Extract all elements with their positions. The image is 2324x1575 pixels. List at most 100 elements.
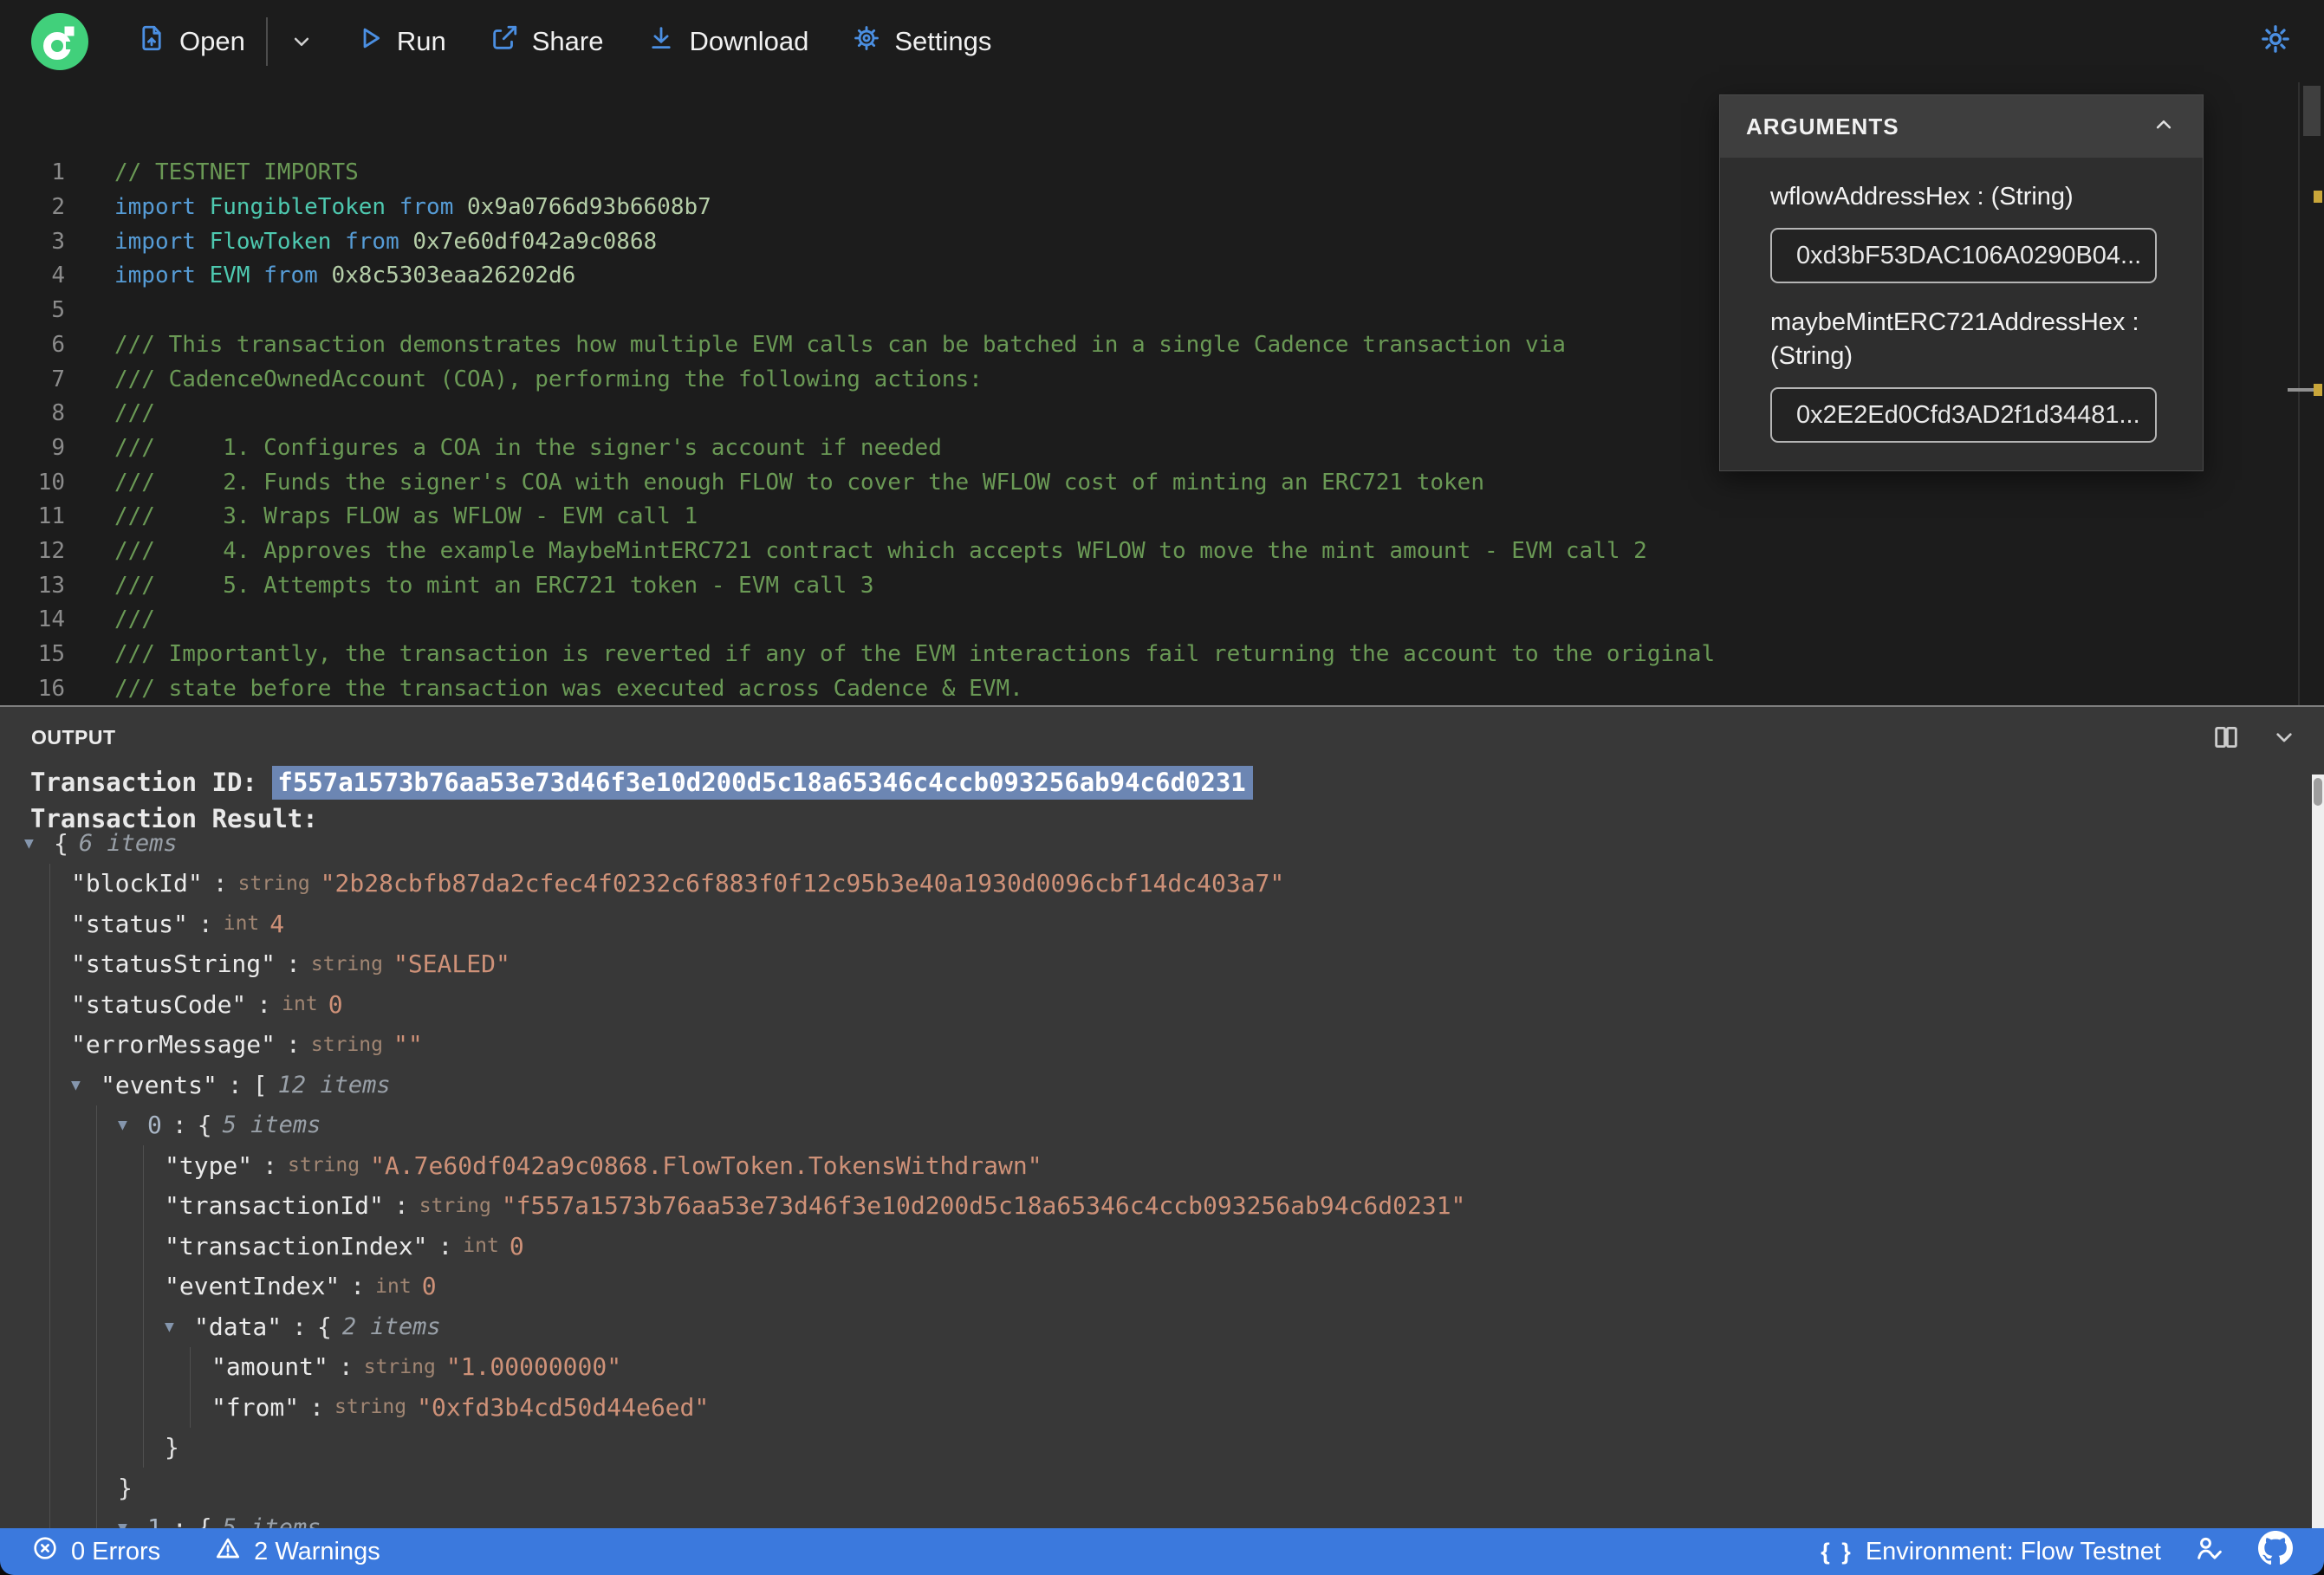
indent-guide <box>96 1266 97 1306</box>
indent-guide <box>96 1387 97 1428</box>
argument-label: wflowAddressHex : (String) <box>1770 183 2074 211</box>
open-dropdown-button[interactable] <box>289 29 315 55</box>
errors-count: 0 Errors <box>71 1537 161 1565</box>
output-json-row: ▼ "data": {2 items <box>0 1306 2307 1347</box>
share-label: Share <box>531 25 604 56</box>
collapse-output-chevron-icon[interactable] <box>2270 723 2298 755</box>
code-line[interactable]: 11 /// 3. Wraps FLOW as WFLOW - EVM call … <box>0 500 2324 535</box>
arguments-panel-header[interactable]: ARGUMENTS <box>1720 95 2203 158</box>
indent-guide <box>49 1185 50 1226</box>
json-ty: string <box>363 1355 436 1378</box>
indent-guide <box>190 1346 191 1387</box>
chevron-up-icon[interactable] <box>2151 112 2177 142</box>
line-number: 12 <box>37 537 65 564</box>
share-icon <box>490 23 519 60</box>
share-button[interactable]: Share <box>490 23 604 60</box>
arguments-panel: ARGUMENTS wflowAddressHex : (String) 0xd… <box>1719 94 2204 471</box>
json-ty: int <box>282 993 318 1016</box>
line-number: 6 <box>51 331 65 358</box>
collapse-toggle-icon[interactable]: ▼ <box>71 1076 101 1094</box>
argument-input-wflow[interactable]: 0xd3bF53DAC106A0290B04... <box>1770 228 2157 283</box>
split-view-icon[interactable] <box>2211 723 2241 755</box>
json-pn: : <box>286 950 301 979</box>
output-json-row: } <box>0 1427 2307 1468</box>
run-button[interactable]: Run <box>354 23 446 60</box>
warnings-count: 2 Warnings <box>254 1537 380 1565</box>
json-pn: : <box>227 1070 243 1099</box>
json-meta: 12 items <box>277 1071 391 1099</box>
indent-guide <box>143 1226 144 1267</box>
code-line[interactable]: 13 /// 5. Attempts to mint an ERC721 toke… <box>0 569 2324 604</box>
json-pn: { <box>197 1513 212 1528</box>
line-number: 15 <box>37 641 65 668</box>
download-label: Download <box>689 25 809 56</box>
indent-guide <box>190 1387 191 1428</box>
json-meta: 6 items <box>78 829 178 857</box>
arguments-title: ARGUMENTS <box>1746 113 1899 139</box>
json-ty: string <box>237 872 310 895</box>
collapse-toggle-icon[interactable]: ▼ <box>118 1519 147 1528</box>
line-number: 8 <box>51 400 65 427</box>
json-pn: : <box>172 1111 187 1140</box>
open-label: Open <box>179 25 245 56</box>
indent-guide <box>49 1306 50 1347</box>
indent-guide <box>49 1024 50 1065</box>
indent-guide <box>96 1185 97 1226</box>
json-pn: : <box>256 989 272 1019</box>
theme-toggle-button[interactable] <box>2258 22 2293 61</box>
json-str: "" <box>393 1030 423 1060</box>
indent-guide <box>49 1427 50 1468</box>
output-json-row: "blockId": string "2b28cbfb87da2cfec4f0232… <box>0 863 2307 904</box>
output-json-row: ▼ "events": [12 items <box>0 1065 2307 1105</box>
json-str: "1.00000000" <box>445 1352 622 1382</box>
open-file-icon <box>137 23 166 60</box>
account-person-icon[interactable] <box>2194 1533 2225 1571</box>
collapse-toggle-icon[interactable]: ▼ <box>118 1116 147 1134</box>
argument-input-maybemint[interactable]: 0x2E2Ed0Cfd3AD2f1d34481... <box>1770 387 2157 443</box>
editor-scrollbar-thumb[interactable] <box>2303 86 2321 136</box>
download-icon <box>646 23 676 60</box>
toolbar: Open Run Share Download Settings <box>0 0 2324 82</box>
indent-guide <box>49 863 50 904</box>
output-scrollbar-track[interactable] <box>2312 775 2324 1528</box>
download-button[interactable]: Download <box>646 23 808 60</box>
code-text: // TESTNET IMPORTS <box>114 159 359 186</box>
collapse-toggle-icon[interactable]: ▼ <box>24 834 54 852</box>
environment-status[interactable]: { } Environment: Flow Testnet <box>1821 1538 2161 1566</box>
json-str: "A.7e60df042a9c0868.FlowToken.TokensWith… <box>370 1150 1042 1180</box>
output-json-row: "transactionIndex": int 0 <box>0 1226 2307 1267</box>
json-ty: int <box>463 1235 499 1258</box>
code-line[interactable]: 14 /// <box>0 603 2324 638</box>
open-button[interactable]: Open <box>137 23 245 60</box>
indent-guide <box>96 1306 97 1347</box>
line-number: 13 <box>37 572 65 599</box>
run-label: Run <box>396 25 446 56</box>
code-line[interactable]: 15 /// Importantly, the transaction is re… <box>0 638 2324 672</box>
code-line[interactable]: 12 /// 4. Approves the example MaybeMintE… <box>0 535 2324 569</box>
output-scrollbar-thumb[interactable] <box>2314 778 2322 806</box>
collapse-toggle-icon[interactable]: ▼ <box>165 1318 194 1336</box>
json-pn: } <box>118 1473 133 1502</box>
json-str: 0 <box>328 989 343 1019</box>
json-pn: : <box>350 1272 366 1301</box>
json-key: "events" <box>101 1070 217 1099</box>
json-ty: string <box>334 1396 407 1419</box>
warnings-status[interactable]: 2 Warnings <box>214 1534 380 1569</box>
flow-logo-icon[interactable] <box>31 12 88 70</box>
json-str: "SEALED" <box>393 950 510 979</box>
code-text: import FungibleToken from 0x9a0766d93b66… <box>114 194 711 221</box>
indent-guide <box>96 1507 97 1528</box>
json-pn: : <box>309 1392 325 1422</box>
line-number: 10 <box>37 469 65 496</box>
code-line[interactable]: 16 /// state before the transaction was e… <box>0 672 2324 705</box>
json-pn: : <box>338 1352 354 1382</box>
settings-button[interactable]: Settings <box>852 23 991 60</box>
json-pn: : <box>286 1030 301 1060</box>
line-number: 5 <box>51 297 65 324</box>
output-json-row: ▼ 1: {5 items <box>0 1507 2307 1528</box>
errors-status[interactable]: 0 Errors <box>31 1534 160 1569</box>
code-text: /// CadenceOwnedAccount (COA), performin… <box>114 366 983 392</box>
github-icon[interactable] <box>2258 1531 2293 1572</box>
json-key: "transactionIndex" <box>165 1231 428 1261</box>
